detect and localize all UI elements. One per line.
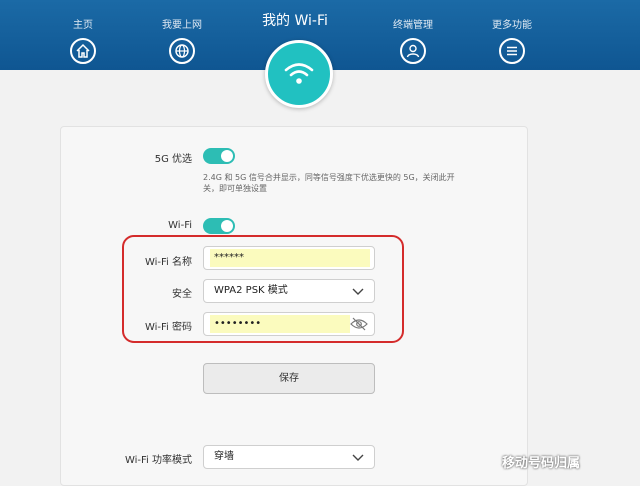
password-value: ••••••••	[210, 315, 350, 333]
chevron-down-icon	[352, 454, 364, 461]
password-input[interactable]: ••••••••	[203, 312, 375, 336]
security-value: WPA2 PSK 模式	[214, 285, 288, 296]
power-mode-value: 穿墙	[214, 451, 234, 462]
home-icon	[70, 38, 96, 64]
nav-item-internet[interactable]: 我要上网	[142, 0, 222, 64]
hide-password-icon[interactable]	[350, 317, 368, 331]
ssid-input[interactable]: ******	[203, 246, 375, 270]
wifi-tab-button[interactable]	[265, 40, 333, 108]
password-label: Wi-Fi 密码	[144, 322, 192, 333]
power-mode-select[interactable]: 穿墙	[203, 445, 375, 469]
band-priority-toggle[interactable]	[203, 148, 235, 164]
save-button[interactable]: 保存	[203, 363, 375, 394]
wifi-toggle[interactable]	[203, 218, 235, 234]
security-label: 安全	[172, 289, 192, 300]
nav-item-more[interactable]: 更多功能	[472, 0, 552, 64]
security-select[interactable]: WPA2 PSK 模式	[203, 279, 375, 303]
nav-item-label: 终端管理	[393, 20, 433, 31]
nav-item-label: 主页	[73, 20, 93, 31]
nav-item-devices[interactable]: 终端管理	[373, 0, 453, 64]
watermark: 移动号码归属	[502, 456, 581, 471]
page-title: 我的 Wi-Fi	[262, 13, 328, 29]
ssid-label: Wi-Fi 名称	[144, 257, 192, 268]
menu-icon	[499, 38, 525, 64]
band-priority-hint: 2.4G 和 5G 信号合并显示，同等信号强度下优选更快的 5G，关闭此开关，即…	[203, 173, 455, 193]
power-mode-label: Wi-Fi 功率模式	[124, 455, 192, 466]
globe-icon	[169, 38, 195, 64]
wifi-icon	[284, 63, 314, 84]
toggle-knob	[221, 150, 233, 162]
chevron-down-icon	[352, 288, 364, 295]
band-priority-label: 5G 优选	[154, 154, 192, 165]
nav-item-label: 更多功能	[492, 20, 532, 31]
nav-item-label: 我要上网	[162, 20, 202, 31]
wifi-label: Wi-Fi	[168, 220, 192, 231]
ssid-value: ******	[210, 249, 370, 267]
user-icon	[400, 38, 426, 64]
toggle-knob	[221, 220, 233, 232]
nav-item-home[interactable]: 主页	[43, 0, 123, 64]
